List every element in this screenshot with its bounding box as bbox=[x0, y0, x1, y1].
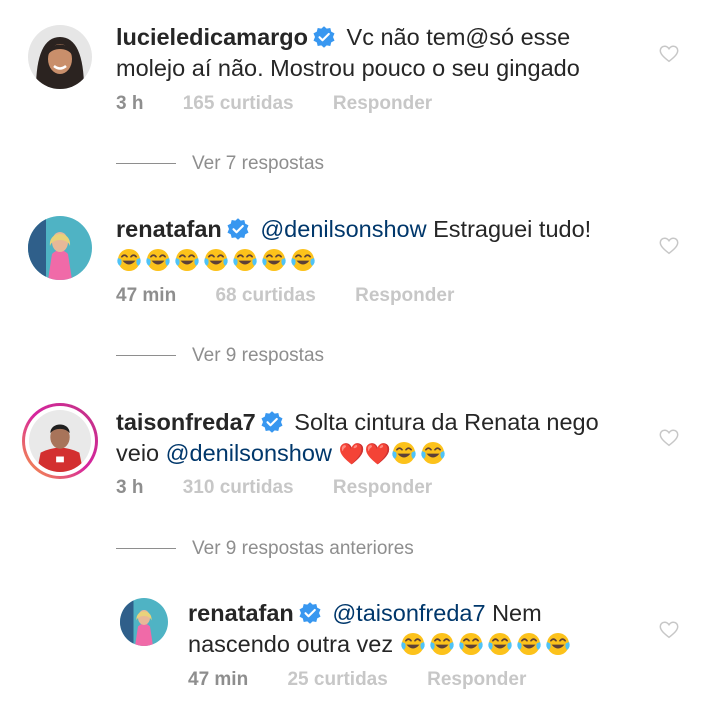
laughing-emoji-icon bbox=[487, 631, 513, 657]
username[interactable]: taisonfreda7 bbox=[116, 409, 256, 435]
likes-count[interactable]: 25 curtidas bbox=[287, 669, 387, 690]
reply-button[interactable]: Responder bbox=[355, 285, 454, 306]
comment-time: 3 h bbox=[116, 93, 144, 114]
divider-line bbox=[116, 355, 176, 357]
verified-icon bbox=[312, 25, 336, 49]
comment-body: Nem bbox=[492, 600, 542, 626]
likes-count[interactable]: 310 curtidas bbox=[183, 477, 294, 498]
view-replies-button[interactable]: Ver 9 respostas anteriores bbox=[116, 538, 414, 560]
divider-line bbox=[116, 163, 176, 165]
view-replies-button[interactable]: Ver 9 respostas bbox=[116, 345, 324, 367]
comment-meta: 3 h 165 curtidas Responder bbox=[116, 93, 466, 115]
laughing-emoji-icon bbox=[203, 247, 229, 273]
laughing-emoji-icon bbox=[516, 631, 542, 657]
laughing-emoji-icon bbox=[545, 631, 571, 657]
avatar[interactable] bbox=[28, 216, 92, 280]
heart-outline-icon[interactable] bbox=[658, 427, 680, 449]
heart-outline-icon[interactable] bbox=[658, 619, 680, 641]
comment-meta: 47 min 25 curtidas Responder bbox=[188, 669, 560, 691]
reply-button[interactable]: Responder bbox=[427, 669, 526, 690]
laughing-emoji-icon bbox=[420, 440, 446, 466]
laughing-emoji-icon bbox=[400, 631, 426, 657]
reply-button[interactable]: Responder bbox=[333, 477, 432, 498]
verified-icon bbox=[260, 410, 284, 434]
laughing-emoji-icon bbox=[429, 631, 455, 657]
comment-text: renatafan @denilsonshow Estraguei tudo! bbox=[116, 214, 591, 276]
comment-text: taisonfreda7 Solta cintura da Renata neg… bbox=[116, 407, 599, 470]
comment-body: Solta cintura da Renata nego bbox=[294, 409, 599, 435]
comment-body: Estraguei tudo! bbox=[433, 216, 592, 242]
laughing-emoji-icon bbox=[458, 631, 484, 657]
username[interactable]: lucieledicamargo bbox=[116, 24, 308, 50]
view-replies-button[interactable]: Ver 7 respostas bbox=[116, 153, 324, 175]
laughing-emoji-icon bbox=[290, 247, 316, 273]
comment-time: 47 min bbox=[188, 669, 249, 690]
avatar[interactable] bbox=[120, 598, 168, 646]
laughing-emoji-icon bbox=[391, 440, 417, 466]
comment-text: renatafan @taisonfreda7 Nem nascendo out… bbox=[188, 598, 574, 660]
comment-meta: 3 h 310 curtidas Responder bbox=[116, 477, 466, 499]
red-heart-emoji-icon: ❤️❤️ bbox=[338, 442, 391, 466]
mention-link[interactable]: @taisonfreda7 bbox=[332, 600, 485, 626]
comment-body-line2: nascendo outra vez bbox=[188, 631, 394, 657]
avatar-story-ring[interactable] bbox=[22, 403, 98, 479]
laughing-emoji-icon bbox=[232, 247, 258, 273]
username[interactable]: renatafan bbox=[116, 216, 222, 242]
laughing-emoji-icon bbox=[174, 247, 200, 273]
reply-button[interactable]: Responder bbox=[333, 93, 432, 114]
comment-time: 47 min bbox=[116, 285, 177, 306]
mention-link[interactable]: @denilsonshow bbox=[166, 440, 332, 466]
heart-outline-icon[interactable] bbox=[658, 43, 680, 65]
comment-text: lucieledicamargo Vc não tem@só esse mole… bbox=[116, 22, 580, 84]
likes-count[interactable]: 68 curtidas bbox=[215, 285, 315, 306]
comment-meta: 47 min 68 curtidas Responder bbox=[116, 285, 488, 307]
laughing-emoji-icon bbox=[116, 247, 142, 273]
comment-body-line2: veio bbox=[116, 440, 160, 466]
laughing-emoji-icon bbox=[145, 247, 171, 273]
mention-link[interactable]: @denilsonshow bbox=[260, 216, 426, 242]
comment-time: 3 h bbox=[116, 477, 144, 498]
emoji-row bbox=[116, 247, 319, 273]
heart-outline-icon[interactable] bbox=[658, 235, 680, 257]
verified-icon bbox=[298, 601, 322, 625]
divider-line bbox=[116, 548, 176, 550]
username[interactable]: renatafan bbox=[188, 600, 294, 626]
comment-body-line2: molejo aí não. Mostrou pouco o seu ginga… bbox=[116, 55, 580, 81]
laughing-emoji-icon bbox=[261, 247, 287, 273]
emoji-row bbox=[400, 631, 574, 657]
likes-count[interactable]: 165 curtidas bbox=[183, 93, 294, 114]
avatar[interactable] bbox=[28, 25, 92, 89]
comment-body: Vc não tem@só esse bbox=[346, 24, 571, 50]
verified-icon bbox=[226, 217, 250, 241]
